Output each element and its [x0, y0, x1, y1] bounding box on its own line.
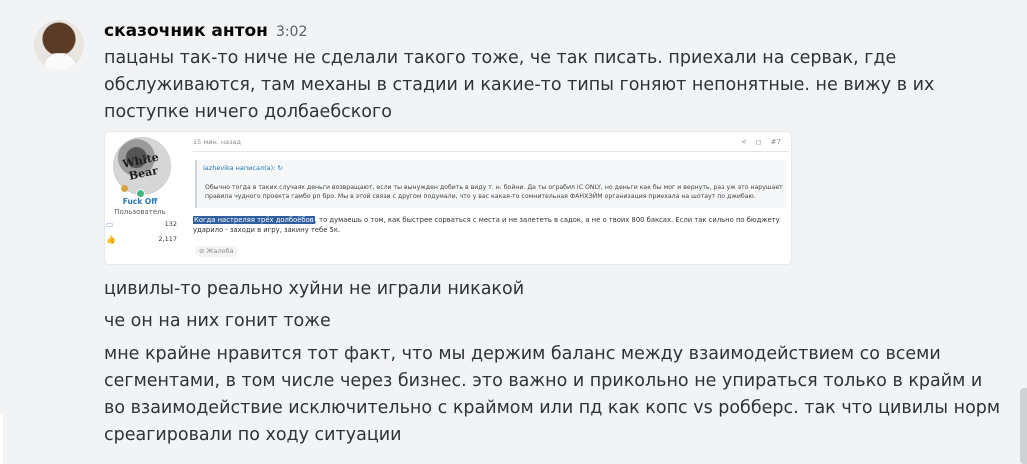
forum-screenshot-embed[interactable]: White Bear Fuck Off Пользователь ▭ 132 👍… — [104, 131, 792, 265]
message-header: сказочник антон 3:02 — [104, 21, 307, 43]
forum-messages-count: 132 — [164, 220, 177, 228]
chat-message-group: сказочник антон 3:02 пацаны так-то ниче … — [0, 0, 1020, 464]
forum-reply-text: Когда настреляя трёх долбоёбов, то думае… — [193, 215, 785, 235]
message-text-1: пацаны так-то ниче не сделали такого тож… — [104, 48, 935, 122]
forum-messages-stat: ▭ 132 — [105, 220, 177, 230]
scrollbar-thumb[interactable] — [1020, 388, 1027, 464]
user-avatar[interactable] — [34, 20, 84, 70]
forum-badge-icon — [121, 185, 128, 192]
forum-post-time: 15 мин. назад — [193, 138, 242, 146]
avatar-shirt — [43, 53, 77, 70]
bookmark-icon: ◻ — [755, 138, 762, 146]
post-number: #7 — [770, 138, 781, 146]
forum-reactions-stat: 👍 2,117 — [105, 235, 177, 245]
forum-quote-block: iazhevika написал(а): ↻ Обычно тогда в т… — [195, 160, 787, 208]
forum-post-content: 15 мин. назад < ◻ #7 iazhevika написал(а… — [193, 132, 789, 264]
highlighted-reply-text: Когда настреляя трёх долбоёбов — [193, 216, 315, 224]
share-icon: < — [740, 138, 747, 146]
forum-user-panel: White Bear Fuck Off Пользователь ▭ 132 👍… — [105, 132, 189, 264]
forum-avatar-text: White Bear — [121, 150, 160, 183]
left-panel-edge — [0, 415, 3, 464]
message-text-4: мне крайне нравится тот факт, что мы дер… — [104, 344, 1001, 445]
post-divider — [193, 151, 789, 152]
quote-body: Обычно тогда в таких случаях деньги возв… — [205, 184, 783, 200]
thumbs-up-icon: 👍 — [106, 235, 116, 244]
forum-post-actions: < ◻ #7 — [741, 138, 781, 146]
forum-username: Fuck Off — [122, 197, 158, 206]
forum-user-role: Пользователь — [114, 208, 166, 216]
comment-icon: ▭ — [106, 220, 114, 229]
username[interactable]: сказочник антон — [104, 21, 268, 41]
quote-author: iazhevika написал(а): ↻ — [203, 164, 283, 172]
report-button: ⊘ Жалоба — [195, 246, 238, 257]
forum-reactions-count: 2,117 — [158, 235, 177, 243]
message-text-3: че он на них гонит тоже — [104, 311, 331, 331]
message-text-2: цивилы-то реально хуйни не играли никако… — [104, 279, 525, 299]
message-timestamp[interactable]: 3:02 — [276, 24, 307, 40]
